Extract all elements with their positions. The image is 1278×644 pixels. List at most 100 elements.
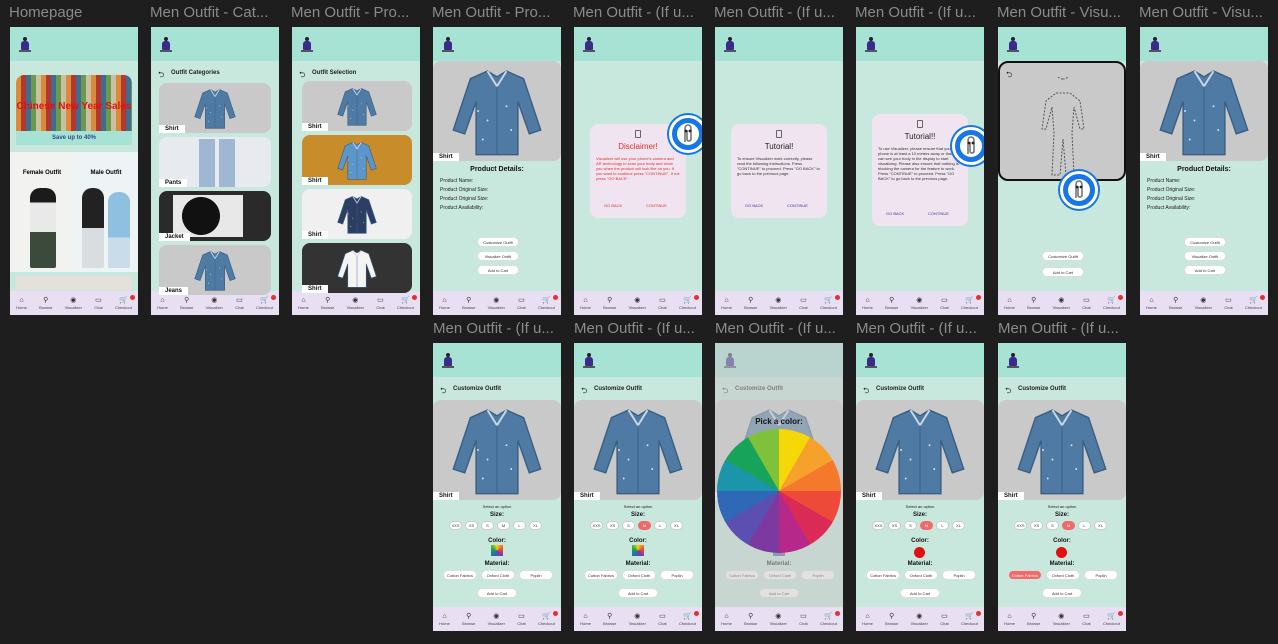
back-arrow-icon[interactable]: ⮌ xyxy=(1005,385,1011,399)
size-option-xs[interactable]: XS xyxy=(1030,521,1043,530)
assistant-clippy-icon[interactable] xyxy=(669,115,702,153)
back-arrow-icon[interactable]: ⮌ xyxy=(1006,69,1012,83)
add-to-cart-button[interactable]: Add to Cart xyxy=(618,588,658,598)
nav-item-visualizer[interactable]: ◉ Visualizer xyxy=(770,297,787,310)
nav-item-home[interactable]: ⌂ Home xyxy=(1146,297,1157,310)
nav-item-chat[interactable]: ▭ Chat xyxy=(94,297,102,310)
nav-item-browse[interactable]: ⚲ Browse xyxy=(321,297,334,310)
size-option-xxs[interactable]: XXS xyxy=(872,521,885,530)
assistant-clippy-icon[interactable] xyxy=(1060,171,1098,209)
nav-item-chat[interactable]: ▭ Chat xyxy=(799,613,807,626)
material-option-1[interactable]: Oxford Cloth xyxy=(622,570,656,580)
material-option-0[interactable]: Cotton Fabrics xyxy=(1008,570,1042,580)
size-option-xs[interactable]: XS xyxy=(888,521,901,530)
female-outfit-card[interactable]: Female Outfit xyxy=(10,152,74,272)
back-arrow-icon[interactable]: ⮌ xyxy=(299,69,305,83)
nav-item-checkout[interactable]: 🛒 Checkout xyxy=(1245,294,1265,310)
size-option-l[interactable]: L xyxy=(1078,521,1091,530)
nav-item-visualizer[interactable]: ◉ Visualizer xyxy=(770,613,787,626)
nav-item-chat[interactable]: ▭ Chat xyxy=(517,297,525,310)
size-option-l[interactable]: L xyxy=(936,521,949,530)
nav-item-home[interactable]: ⌂ Home xyxy=(721,613,732,626)
nav-item-visualizer[interactable]: ◉ Visualizer xyxy=(629,297,646,310)
customize-button[interactable]: Customize Outfit xyxy=(477,237,519,247)
nav-item-visualizer[interactable]: ◉ Visualizer xyxy=(911,297,928,310)
nav-item-home[interactable]: ⌂ Home xyxy=(580,297,591,310)
size-option-xs[interactable]: XS xyxy=(465,521,478,530)
customize-button[interactable]: Customize Outfit xyxy=(1184,237,1226,247)
size-option-xl[interactable]: XL xyxy=(1094,521,1107,530)
app-logo[interactable] xyxy=(724,37,736,53)
material-option-0[interactable]: Cotton Fabrics xyxy=(584,570,618,580)
nav-item-checkout[interactable]: 🛒 Checkout xyxy=(820,610,840,626)
male-outfit-card[interactable]: Male Outfit xyxy=(74,152,138,272)
nav-item-visualizer[interactable]: ◉ Visualizer xyxy=(488,613,505,626)
nav-item-home[interactable]: ⌂ Home xyxy=(721,297,732,310)
size-option-l[interactable]: L xyxy=(654,521,667,530)
nav-item-checkout[interactable]: 🛒 Checkout xyxy=(679,610,699,626)
nav-item-chat[interactable]: ▭ Chat xyxy=(799,297,807,310)
selected-color-swatch[interactable] xyxy=(1056,547,1067,558)
nav-item-visualizer[interactable]: ◉ Visualizer xyxy=(1053,297,1070,310)
app-logo[interactable] xyxy=(865,37,877,53)
app-logo[interactable] xyxy=(442,37,454,53)
nav-item-checkout[interactable]: 🛒 Checkout xyxy=(115,294,135,310)
nav-item-browse[interactable]: ⚲ Browse xyxy=(180,297,193,310)
back-arrow-icon[interactable]: ⮌ xyxy=(440,385,446,399)
nav-item-visualizer[interactable]: ◉ Visualizer xyxy=(1053,613,1070,626)
nav-item-chat[interactable]: ▭ Chat xyxy=(517,613,525,626)
nav-item-browse[interactable]: ⚲ Browse xyxy=(39,297,52,310)
nav-item-checkout[interactable]: 🛒 Checkout xyxy=(679,294,699,310)
nav-item-browse[interactable]: ⚲ Browse xyxy=(462,613,475,626)
go-back-button[interactable]: GO BACK xyxy=(886,211,904,216)
add-to-cart-button[interactable]: Add to Cart xyxy=(900,588,940,598)
nav-item-visualizer[interactable]: ◉ Visualizer xyxy=(65,297,82,310)
material-option-1[interactable]: Oxford Cloth xyxy=(904,570,938,580)
continue-button[interactable]: CONTINUE xyxy=(646,203,667,208)
material-option-2[interactable]: Poplin xyxy=(519,570,553,580)
app-logo[interactable] xyxy=(160,37,172,53)
app-logo[interactable] xyxy=(865,353,877,369)
size-option-l[interactable]: L xyxy=(513,521,526,530)
size-option-s[interactable]: S xyxy=(481,521,494,530)
color-palette-icon[interactable] xyxy=(491,545,503,556)
continue-button[interactable]: CONTINUE xyxy=(928,211,949,216)
nav-item-checkout[interactable]: 🛒 Checkout xyxy=(961,610,981,626)
nav-item-home[interactable]: ⌂ Home xyxy=(439,297,450,310)
cart-button[interactable]: Add to Cart xyxy=(1184,265,1226,275)
nav-item-browse[interactable]: ⚲ Browse xyxy=(1027,297,1040,310)
size-option-m[interactable]: M xyxy=(638,521,651,530)
app-logo[interactable] xyxy=(1007,353,1019,369)
nav-item-home[interactable]: ⌂ Home xyxy=(1004,613,1015,626)
nav-item-checkout[interactable]: 🛒 Checkout xyxy=(1103,294,1123,310)
nav-item-checkout[interactable]: 🛒 Checkout xyxy=(961,294,981,310)
nav-item-browse[interactable]: ⚲ Browse xyxy=(603,613,616,626)
app-logo[interactable] xyxy=(1149,37,1161,53)
nav-item-home[interactable]: ⌂ Home xyxy=(1004,297,1015,310)
go-back-button[interactable]: GO BACK xyxy=(604,203,622,208)
visualize-button[interactable]: Visualize Outfit xyxy=(477,251,519,261)
add-to-cart-button[interactable]: Add to Cart xyxy=(477,588,517,598)
material-option-2[interactable]: Poplin xyxy=(942,570,976,580)
visualize-button[interactable]: Visualize Outfit xyxy=(1184,251,1226,261)
nav-item-browse[interactable]: ⚲ Browse xyxy=(885,297,898,310)
size-option-xl[interactable]: XL xyxy=(670,521,683,530)
nav-item-checkout[interactable]: 🛒 Checkout xyxy=(397,294,417,310)
nav-item-home[interactable]: ⌂ Home xyxy=(298,297,309,310)
size-option-m[interactable]: M xyxy=(920,521,933,530)
nav-item-checkout[interactable]: 🛒 Checkout xyxy=(538,610,558,626)
nav-item-visualizer[interactable]: ◉ Visualizer xyxy=(488,297,505,310)
app-logo[interactable] xyxy=(583,353,595,369)
material-option-0[interactable]: Cotton Fabrics xyxy=(443,570,477,580)
selected-color-swatch[interactable] xyxy=(914,547,925,558)
size-option-xl[interactable]: XL xyxy=(952,521,965,530)
size-option-xxs[interactable]: XXS xyxy=(1014,521,1027,530)
nav-item-visualizer[interactable]: ◉ Visualizer xyxy=(629,613,646,626)
nav-item-home[interactable]: ⌂ Home xyxy=(157,297,168,310)
nav-item-chat[interactable]: ▭ Chat xyxy=(1224,297,1232,310)
nav-item-chat[interactable]: ▭ Chat xyxy=(658,297,666,310)
app-logo[interactable] xyxy=(19,37,31,53)
add-to-cart-button[interactable]: Add to Cart xyxy=(1042,267,1084,277)
app-logo[interactable] xyxy=(442,353,454,369)
back-arrow-icon[interactable]: ⮌ xyxy=(581,385,587,399)
